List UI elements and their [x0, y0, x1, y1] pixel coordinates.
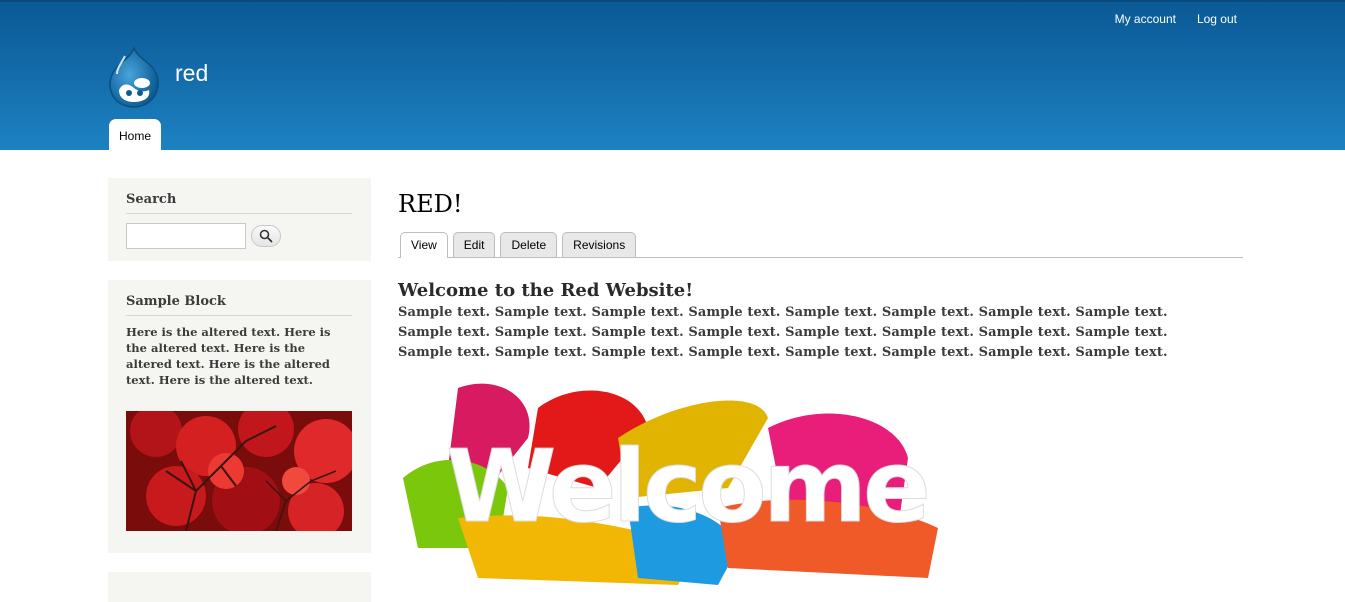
magnifier-icon [259, 229, 273, 243]
site-name[interactable]: red [175, 60, 208, 87]
my-account-link[interactable]: My account [1115, 12, 1176, 26]
main-menu: Home [109, 119, 162, 152]
next-sidebar-block [108, 572, 371, 602]
search-block: Search [108, 178, 371, 261]
sample-block: Sample Block Here is the altered text. H… [108, 280, 371, 553]
sample-block-title: Sample Block [126, 280, 352, 316]
main-content: RED! View Edit Delete Revisions Welcome … [398, 188, 1243, 363]
log-out-link[interactable]: Log out [1197, 12, 1237, 26]
tab-view[interactable]: View [400, 232, 448, 258]
search-block-title: Search [126, 178, 352, 214]
page-title: RED! [398, 190, 463, 218]
secondary-menu: My account Log out [1115, 12, 1237, 26]
article-body: Sample text. Sample text. Sample text. S… [398, 305, 1168, 360]
main-menu-home[interactable]: Home [109, 119, 162, 152]
search-form [126, 223, 352, 249]
sample-block-text: Here is the altered text. Here is the al… [126, 325, 331, 387]
red-tree-image [126, 411, 352, 531]
tab-revisions[interactable]: Revisions [562, 232, 637, 257]
tab-delete[interactable]: Delete [500, 232, 558, 257]
tab-edit[interactable]: Edit [452, 232, 496, 257]
search-button[interactable] [251, 225, 281, 247]
local-tabs: View Edit Delete Revisions [398, 232, 1243, 258]
site-header: My account Log out red Home [0, 0, 1345, 152]
article-heading: Welcome to the Red Website! [398, 280, 694, 301]
welcome-banner-image: Welcome [403, 383, 938, 585]
welcome-image-text: Welcome [446, 428, 927, 545]
drupal-logo-icon[interactable] [107, 46, 161, 108]
search-input[interactable] [126, 223, 246, 249]
